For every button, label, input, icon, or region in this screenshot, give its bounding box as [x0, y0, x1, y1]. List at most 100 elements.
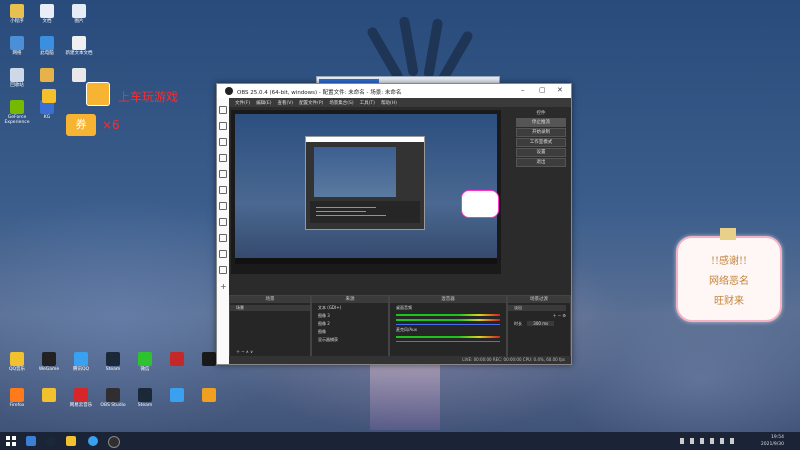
side-tool-icon[interactable]: [219, 186, 227, 194]
settings-button[interactable]: 设置: [516, 148, 566, 157]
desktop-icon[interactable]: 回收站: [2, 68, 32, 89]
steam-taskbar-icon[interactable]: [46, 436, 56, 446]
menu-item[interactable]: 查看(V): [277, 100, 293, 106]
transitions-header: 场景过渡: [508, 296, 570, 303]
promo-badge: [86, 82, 110, 106]
desktop-icon[interactable]: 图片: [64, 4, 94, 25]
taskbar-app-icon[interactable]: [66, 436, 76, 446]
menu-item[interactable]: 编辑(E): [256, 100, 271, 106]
desktop-icon[interactable]: Firefox: [2, 388, 32, 409]
desktop-icon[interactable]: OBS Studio: [98, 388, 128, 409]
transitions-panel: 场景过渡 淡出 ＋ − ⚙ 时长 300 ms: [507, 295, 571, 357]
taskbar-app-icon[interactable]: [88, 436, 98, 446]
transition-select[interactable]: 淡出: [508, 305, 566, 311]
taskbar-app-icon[interactable]: [26, 436, 36, 446]
desktop-icon[interactable]: 微信: [130, 352, 160, 373]
minimize-button[interactable]: –: [521, 86, 525, 94]
menu-item[interactable]: 文件(F): [235, 100, 250, 106]
menu-item[interactable]: 场景集合(S): [329, 100, 353, 106]
desktop-icon[interactable]: [194, 388, 224, 404]
clock-time: 19:54: [771, 435, 784, 440]
obs-menubar: 文件(F) 编辑(E) 查看(V) 配置文件(P) 场景集合(S) 工具(T) 帮助(H): [229, 98, 571, 107]
app-icon: [42, 388, 56, 402]
desktop-icon[interactable]: 小程序: [2, 4, 32, 25]
sign-line3: 旺财来: [714, 296, 744, 307]
desktop-icon[interactable]: QQ音乐: [2, 352, 32, 373]
clock[interactable]: 19:54 2021/9/30: [761, 434, 784, 448]
source-item[interactable]: 文本 (GDI+): [312, 305, 388, 311]
desktop-icon[interactable]: 文档: [32, 4, 62, 25]
menu-item[interactable]: 工具(T): [360, 100, 375, 106]
side-tool-icon[interactable]: [219, 250, 227, 258]
app-icon: [74, 388, 88, 402]
app-icon: [106, 352, 120, 366]
side-tool-icon[interactable]: [219, 218, 227, 226]
side-tool-icon[interactable]: [219, 106, 227, 114]
source-item[interactable]: 图像 2: [312, 321, 388, 327]
side-tool-icon[interactable]: [219, 170, 227, 178]
app-icon: [138, 388, 152, 402]
app-icon: [202, 388, 216, 402]
desktop-icon[interactable]: WeGame: [34, 352, 64, 373]
desktop-icon[interactable]: Steam: [130, 388, 160, 409]
studio-mode-button[interactable]: 工作室模式: [516, 138, 566, 147]
start-recording-button[interactable]: 开始录制: [516, 128, 566, 137]
desktop-icon-label: 网易云音乐: [69, 403, 93, 408]
desktop-icon[interactable]: 新建文本文档: [64, 36, 94, 57]
desktop-icon[interactable]: Steam: [98, 352, 128, 373]
side-tool-icon[interactable]: [219, 202, 227, 210]
side-tool-icon[interactable]: [219, 266, 227, 274]
source-item[interactable]: 图像 3: [312, 313, 388, 319]
clock-date: 2021/9/30: [760, 442, 784, 447]
stop-streaming-button[interactable]: 停止推流: [516, 118, 566, 127]
desktop-audio-slider[interactable]: [396, 324, 500, 325]
obs-preview[interactable]: [231, 110, 501, 274]
source-item[interactable]: 图像: [312, 329, 388, 335]
mic-slider[interactable]: [396, 341, 500, 342]
exit-button[interactable]: 退出: [516, 158, 566, 167]
menu-item[interactable]: 配置文件(P): [299, 100, 323, 106]
app-icon: [170, 388, 184, 402]
desktop-icon-label: OBS Studio: [100, 403, 126, 408]
desktop-icon-label: Steam: [137, 403, 153, 408]
scene-item[interactable]: 场景: [230, 305, 310, 311]
desktop-icon[interactable]: 网易云音乐: [66, 388, 96, 409]
side-tool-icon[interactable]: [219, 122, 227, 130]
source-item[interactable]: 显示器捕获: [312, 337, 388, 343]
app-icon: [10, 36, 24, 50]
desktop-icon-label: KG: [43, 115, 51, 120]
obs-app-icon: [225, 87, 233, 95]
scenes-header: 场景: [230, 296, 310, 303]
desktop-icon-label: GeForce Experience: [4, 115, 30, 125]
maximize-button[interactable]: ▢: [539, 86, 546, 94]
add-icon[interactable]: +: [220, 282, 227, 291]
controls-panel: 控件 停止推流 开始录制 工作室模式 设置 退出: [515, 110, 567, 168]
desktop-icon[interactable]: [162, 388, 192, 404]
desktop-icon[interactable]: [32, 68, 62, 84]
desktop-icon[interactable]: [34, 388, 64, 404]
start-icon[interactable]: [6, 436, 16, 446]
side-tool-icon[interactable]: [219, 154, 227, 162]
app-icon: [40, 68, 54, 82]
desktop-icon[interactable]: GeForce Experience: [2, 100, 32, 126]
obs-titlebar[interactable]: OBS 25.0.4 (64-bit, windows) - 配置文件: 未命名…: [217, 84, 571, 98]
duration-input[interactable]: 300 ms: [527, 321, 555, 326]
desktop-icon-label: 网络: [12, 51, 22, 56]
obs-window[interactable]: OBS 25.0.4 (64-bit, windows) - 配置文件: 未命名…: [216, 83, 572, 365]
menu-item[interactable]: 帮助(H): [381, 100, 397, 106]
desktop-icon-label: WeGame: [38, 367, 60, 372]
desktop-icon[interactable]: [162, 352, 192, 368]
taskbar: 19:54 2021/9/30: [0, 432, 800, 450]
side-tool-icon[interactable]: [219, 234, 227, 242]
desktop-icon[interactable]: 此电脑: [32, 36, 62, 57]
desktop-icon-label: Firefox: [9, 403, 25, 408]
desktop-icon[interactable]: 网络: [2, 36, 32, 57]
tray-icons[interactable]: [680, 438, 740, 444]
desktop-icon[interactable]: 腾讯QQ: [66, 352, 96, 373]
close-button[interactable]: ✕: [557, 86, 563, 94]
side-tool-icon[interactable]: [219, 138, 227, 146]
obs-statusbar: LIVE: 00:00:00 REC: 00:00:00 CPU: 0.4%, …: [229, 356, 571, 364]
obs-taskbar-icon[interactable]: [108, 436, 120, 448]
desktop-icon[interactable]: KG: [32, 100, 62, 121]
app-icon: [138, 352, 152, 366]
